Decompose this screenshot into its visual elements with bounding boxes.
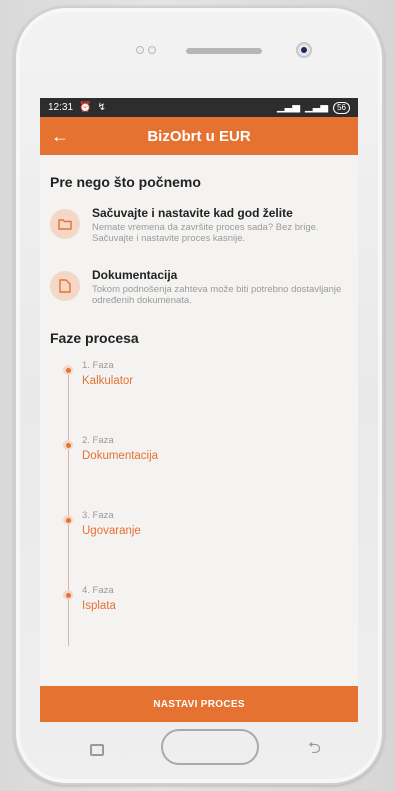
alarm-icon: ⏰ bbox=[79, 102, 92, 113]
phone-nav-bar: ⮌ bbox=[40, 722, 358, 767]
phase-step: 3. Faza Ugovaranje bbox=[63, 510, 348, 584]
sensor-dots bbox=[136, 46, 160, 56]
phases-heading: Faze procesa bbox=[50, 330, 139, 346]
info-item: Dokumentacija Tokom podnošenja zahteva m… bbox=[50, 268, 348, 306]
status-bar: 12:31 ⏰ ↯ ▁▃▅ ▁▃▅ 56 bbox=[40, 98, 358, 117]
signal-activity-icon: ↯ bbox=[97, 102, 106, 113]
battery-badge: 56 bbox=[333, 101, 350, 114]
back-arrow-icon[interactable]: ← bbox=[40, 126, 80, 147]
step-label: Isplata bbox=[82, 600, 116, 612]
app-bar: ← BizObrt u EUR bbox=[40, 117, 358, 155]
step-label: Dokumentacija bbox=[82, 450, 159, 462]
step-number: 3. Faza bbox=[82, 510, 114, 521]
document-icon bbox=[50, 271, 80, 301]
step-number: 4. Faza bbox=[82, 585, 114, 596]
step-dot-icon bbox=[63, 365, 73, 375]
phase-step: 1. Faza Kalkulator bbox=[63, 360, 348, 434]
step-number: 1. Faza bbox=[82, 360, 114, 371]
info-title: Sačuvajte i nastavite kad god želite bbox=[92, 206, 293, 220]
step-dot-icon bbox=[63, 440, 73, 450]
front-camera bbox=[296, 42, 312, 58]
status-time: 12:31 bbox=[48, 102, 74, 113]
info-description: Nemate vremena da završite proces sada? … bbox=[92, 222, 319, 244]
phase-step: 4. Faza Isplata bbox=[63, 585, 348, 625]
intro-heading: Pre nego što počnemo bbox=[50, 174, 201, 190]
step-label: Ugovaranje bbox=[82, 525, 141, 537]
step-number: 2. Faza bbox=[82, 435, 114, 446]
info-item: Sačuvajte i nastavite kad god želite Nem… bbox=[50, 206, 348, 244]
home-button[interactable] bbox=[161, 729, 259, 765]
phase-step: 2. Faza Dokumentacija bbox=[63, 435, 348, 509]
earpiece-speaker bbox=[186, 48, 262, 54]
sensor-dot bbox=[148, 46, 156, 54]
content: Pre nego što počnemo Sačuvajte i nastavi… bbox=[40, 174, 358, 646]
recent-apps-icon[interactable] bbox=[90, 744, 104, 756]
signal-icon: ▁▃▅ bbox=[305, 102, 329, 113]
folder-icon bbox=[50, 209, 80, 239]
info-title: Dokumentacija bbox=[92, 268, 178, 282]
app-title: BizObrt u EUR bbox=[147, 127, 251, 145]
signal-icon: ▁▃▅ bbox=[276, 102, 301, 113]
step-dot-icon bbox=[63, 515, 73, 525]
phase-timeline: 1. Faza Kalkulator 2. Faza Dokumentacija… bbox=[50, 360, 348, 646]
continue-process-button[interactable]: NASTAVI PROCES bbox=[40, 686, 358, 722]
timeline-line bbox=[68, 368, 69, 646]
step-dot-icon bbox=[63, 590, 73, 600]
step-label: Kalkulator bbox=[82, 375, 134, 387]
screen: 12:31 ⏰ ↯ ▁▃▅ ▁▃▅ 56 ← BizObrt u EUR Pre… bbox=[40, 98, 358, 722]
back-icon[interactable]: ⮌ bbox=[308, 741, 328, 757]
info-description: Tokom podnošenja zahteva može biti potre… bbox=[92, 284, 342, 306]
sensor-dot bbox=[136, 46, 144, 54]
